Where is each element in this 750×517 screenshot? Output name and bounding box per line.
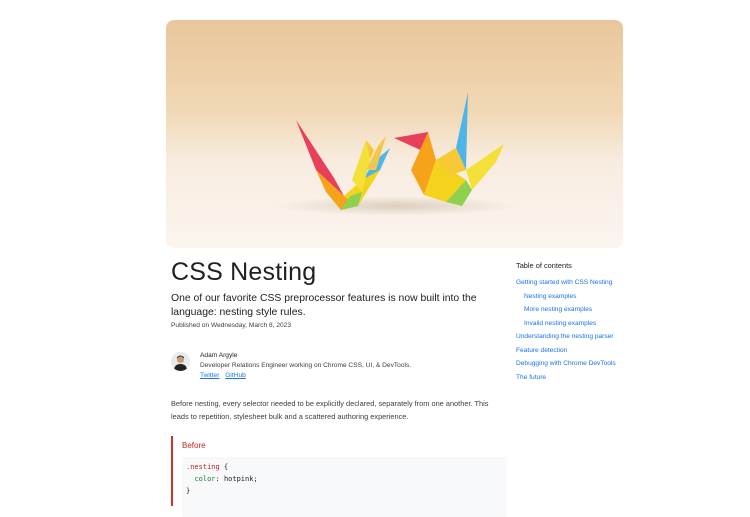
code-brace-open: {: [219, 463, 229, 471]
toc-title: Table of contents: [516, 261, 572, 270]
toc-item-feature-detection[interactable]: Feature detection: [516, 347, 646, 355]
code-value: hotpink;: [223, 475, 258, 483]
author-links: Twitter GitHub: [200, 372, 250, 379]
hero-image: [166, 20, 623, 248]
github-link[interactable]: GitHub: [225, 372, 246, 379]
published-date: Published on Wednesday, March 8, 2023: [171, 322, 291, 329]
code-colon: :: [215, 475, 224, 483]
code-line-1: .nesting {: [186, 461, 503, 473]
article-intro: Before nesting, every selector needed to…: [171, 399, 489, 421]
author-bio: Developer Relations Engineer working on …: [200, 362, 412, 369]
origami-cranes-illustration: [276, 92, 516, 216]
toc-item-the-future[interactable]: The future: [516, 374, 646, 382]
code-brace-close: }: [186, 487, 191, 495]
code-block: .nesting { color: hotpink; }: [182, 457, 507, 517]
author-avatar[interactable]: [171, 352, 190, 371]
toc-item-more-nesting-examples[interactable]: More nesting examples: [524, 306, 646, 314]
twitter-link[interactable]: Twitter: [200, 372, 219, 379]
toc-item-getting-started[interactable]: Getting started with CSS Nesting: [516, 279, 646, 287]
code-line-3: }: [186, 485, 503, 497]
toc-item-debugging-devtools[interactable]: Debugging with Chrome DevTools: [516, 360, 646, 368]
before-label: Before: [182, 441, 206, 450]
before-callout: Before .nesting { color: hotpink; }: [171, 436, 508, 517]
avatar-photo: [171, 352, 190, 371]
toc-item-nesting-examples[interactable]: Nesting examples: [524, 293, 646, 301]
page-title: CSS Nesting: [171, 258, 317, 286]
table-of-contents: Table of contents Getting started with C…: [516, 261, 646, 387]
author-name: Adam Argyle: [200, 352, 238, 359]
toc-item-nesting-parser[interactable]: Understanding the nesting parser: [516, 333, 646, 341]
code-line-2: color: hotpink;: [186, 473, 503, 485]
article-subtitle: One of our favorite CSS preprocessor fea…: [171, 293, 477, 318]
toc-item-invalid-nesting-examples[interactable]: Invalid nesting examples: [524, 320, 646, 328]
code-selector: .nesting: [186, 463, 220, 471]
code-property: color: [194, 475, 216, 483]
